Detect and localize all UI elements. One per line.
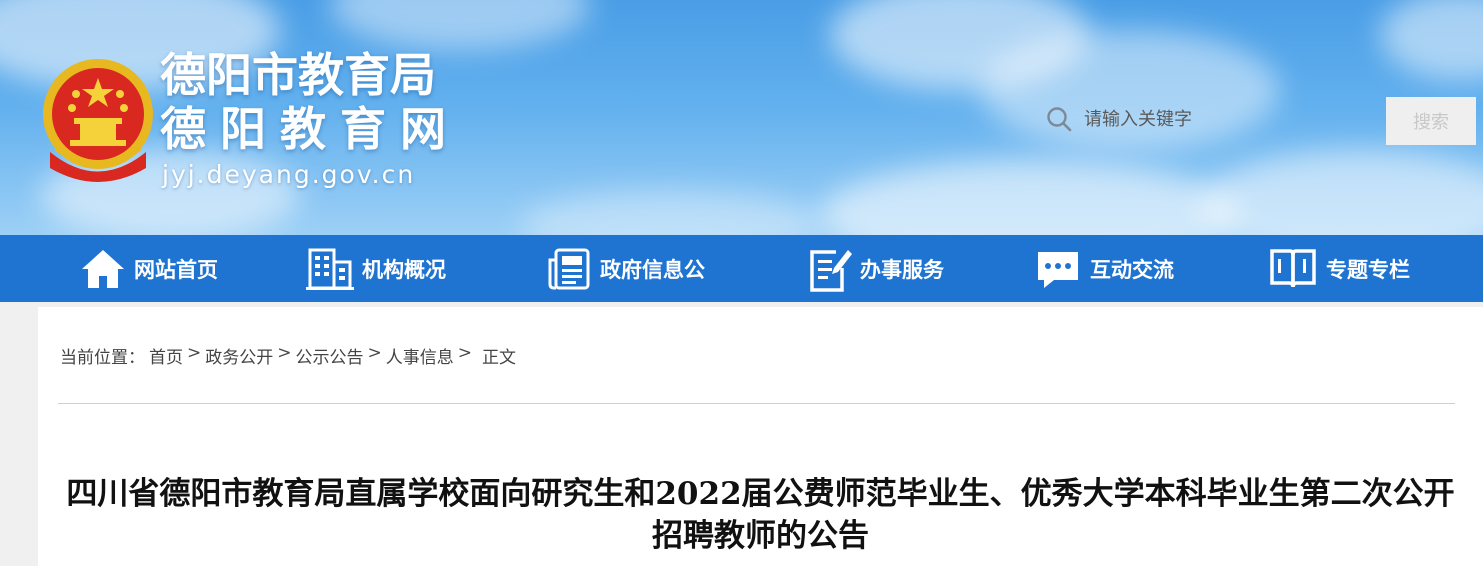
breadcrumb-gov-affairs[interactable]: 政务公开 [205,343,273,368]
nav-item-organization[interactable]: 机构概况 [306,235,446,302]
site-url: jyj.deyang.gov.cn [162,160,416,189]
main-nav: 网站首页 机构概况 政府信息公 办事服务 互动交流 专题专栏 [0,235,1483,302]
breadcrumb-separator: > [277,343,292,363]
breadcrumb-prefix: 当前位置： [60,348,145,368]
nav-item-gov-info[interactable]: 政府信息公 [546,235,705,302]
search-icon [1047,107,1072,132]
site-title-line2: 德阳教育网 [160,102,460,156]
site-banner: 德阳市教育局 德阳教育网 jyj.deyang.gov.cn 搜索 [0,0,1483,235]
nav-item-interaction[interactable]: 互动交流 [1034,235,1174,302]
breadcrumb-separator: > [187,343,202,363]
newspaper-icon [548,248,590,289]
nav-item-label: 办事服务 [860,256,944,282]
chat-bubble-icon [1038,251,1078,288]
breadcrumb-separator: > [457,343,472,363]
nav-item-home[interactable]: 网站首页 [80,235,218,302]
nav-item-services[interactable]: 办事服务 [806,235,944,302]
nav-item-label: 专题专栏 [1326,256,1410,282]
nav-item-label: 互动交流 [1090,256,1174,282]
site-title[interactable]: 德阳市教育局 德阳教育网 [160,48,460,156]
search-input[interactable] [1082,107,1376,131]
open-book-icon [1270,248,1316,287]
nav-item-label: 网站首页 [134,256,218,282]
search-area [1046,106,1376,132]
breadcrumb-separator: > [367,343,382,363]
edit-document-icon [810,249,852,292]
breadcrumb-announcements[interactable]: 公示公告 [296,343,364,368]
divider [58,403,1455,404]
search-button[interactable]: 搜索 [1386,97,1476,145]
breadcrumb-personnel[interactable]: 人事信息 [386,343,454,368]
nav-item-label: 机构概况 [362,256,446,282]
national-emblem-icon [43,59,153,182]
breadcrumb: 当前位置： 首页 > 政务公开 > 公示公告 > 人事信息 > 正文 [60,343,520,368]
content-panel: 当前位置： 首页 > 政务公开 > 公示公告 > 人事信息 > 正文 四川省德阳… [38,307,1483,566]
breadcrumb-home[interactable]: 首页 [149,343,183,368]
nav-item-label: 政府信息公 [600,256,705,282]
breadcrumb-current: 正文 [482,348,516,368]
nav-item-special-topics[interactable]: 专题专栏 [1268,235,1410,302]
site-title-line1: 德阳市教育局 [160,48,436,102]
home-icon [82,249,124,288]
building-icon [306,248,354,290]
article-title: 四川省德阳市教育局直属学校面向研究生和2022届公费师范毕业生、优秀大学本科毕业… [66,476,1455,554]
